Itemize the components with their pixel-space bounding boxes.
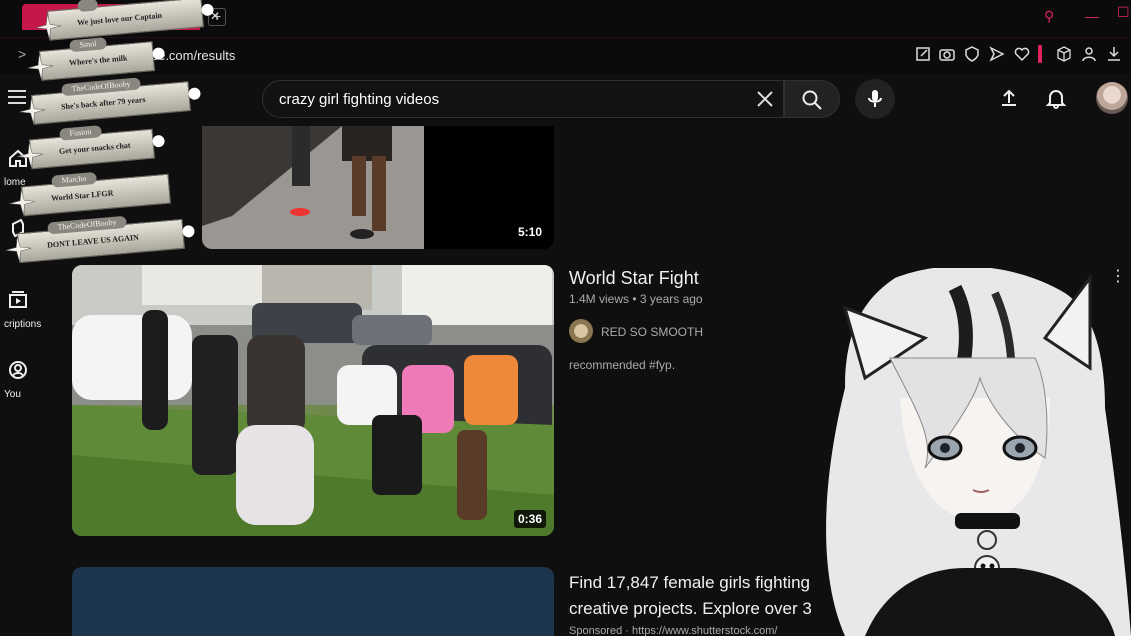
video-meta: 1.4M views • 3 years ago: [569, 292, 703, 306]
ad-title-line: Find 17,847 female girls fighting: [569, 573, 810, 592]
maximize-icon[interactable]: ☐: [1117, 4, 1130, 21]
sidebar-item-label: You: [4, 389, 21, 400]
chat-text: DONT LEAVE US AGAIN: [46, 232, 140, 250]
minimize-icon[interactable]: —: [1085, 8, 1099, 24]
cube-icon[interactable]: [1056, 46, 1072, 62]
chat-text: Where's the milk: [68, 53, 128, 68]
vtuber-avatar: [826, 268, 1131, 636]
bell-icon[interactable]: [1045, 87, 1067, 109]
video-thumbnail[interactable]: 0:36: [72, 265, 554, 536]
you-icon: [9, 361, 27, 379]
video-description: recommended #fyp.: [569, 358, 676, 372]
sponsored-label[interactable]: Sponsored · https://www.shutterstock.com…: [569, 625, 777, 636]
sidebar-item-subscriptions[interactable]: criptions: [4, 290, 64, 332]
chat-username: Fusion: [59, 125, 102, 141]
search-icon[interactable]: ⚲: [1044, 8, 1054, 25]
thumbnail-image: [202, 126, 424, 249]
sparkle-icon: [17, 142, 44, 169]
ad-title-line: creative projects. Explore over 3: [569, 599, 812, 618]
heart-icon[interactable]: [1014, 46, 1030, 62]
chat-username: Smol: [69, 37, 107, 53]
search-button[interactable]: [784, 80, 840, 118]
upload-icon[interactable]: [999, 88, 1019, 108]
skull-icon: [152, 134, 166, 148]
ad-thumbnail[interactable]: [72, 567, 554, 636]
video-title[interactable]: World Star Fight: [569, 268, 699, 289]
sparkle-icon: [9, 189, 36, 216]
address-bar: > www.youtube.com/results: [0, 38, 1131, 74]
video-duration: 0:36: [513, 510, 546, 528]
sparkle-icon: [27, 53, 54, 80]
chat-message: Fusion Get your snacks chat: [17, 125, 166, 170]
search-input[interactable]: crazy girl fighting videos: [262, 80, 784, 118]
thumbnail-image: [72, 265, 554, 536]
sidebar-item-you[interactable]: You: [4, 360, 64, 402]
sidebar-divider: [1038, 45, 1042, 63]
chevron-right-icon[interactable]: >: [18, 46, 26, 62]
close-icon[interactable]: [753, 87, 777, 111]
send-icon[interactable]: [989, 46, 1005, 62]
video-duration: 5:10: [513, 223, 546, 241]
video-thumbnail[interactable]: 5:10: [202, 126, 554, 249]
chat-username: [77, 0, 99, 13]
channel-name[interactable]: RED SO SMOOTH: [601, 325, 703, 339]
search-query: crazy girl fighting videos: [279, 91, 440, 108]
sidebar-item-label: criptions: [4, 319, 42, 330]
channel-avatar[interactable]: [569, 319, 593, 343]
sparkle-icon: [19, 97, 46, 124]
voice-search-button[interactable]: [855, 79, 895, 119]
skull-icon: [188, 87, 202, 101]
chat-text: We just love our Captain: [76, 10, 163, 28]
chat-text: She's back after 79 years: [60, 94, 146, 112]
avatar[interactable]: [1096, 82, 1128, 114]
sparkle-icon: [35, 13, 62, 40]
profile-icon[interactable]: [1081, 46, 1097, 62]
download-icon[interactable]: [1106, 46, 1122, 62]
shield-icon[interactable]: [964, 46, 980, 62]
skull-icon: [181, 224, 195, 238]
chat-text: Get your snacks chat: [58, 140, 131, 156]
chat-username: TheCodeOfBooby: [61, 77, 142, 97]
chat-text: World Star LFGR: [50, 188, 114, 203]
search-icon: [802, 90, 822, 110]
camera-icon[interactable]: [939, 46, 955, 62]
edit-icon[interactable]: [915, 46, 931, 62]
sparkle-icon: [5, 236, 32, 263]
microphone-icon: [868, 90, 882, 107]
subscriptions-icon: [9, 291, 27, 308]
chat-message: TheCodeOfBooby She's back after 79 years: [19, 77, 202, 125]
chat-username: Marcho: [51, 171, 97, 188]
